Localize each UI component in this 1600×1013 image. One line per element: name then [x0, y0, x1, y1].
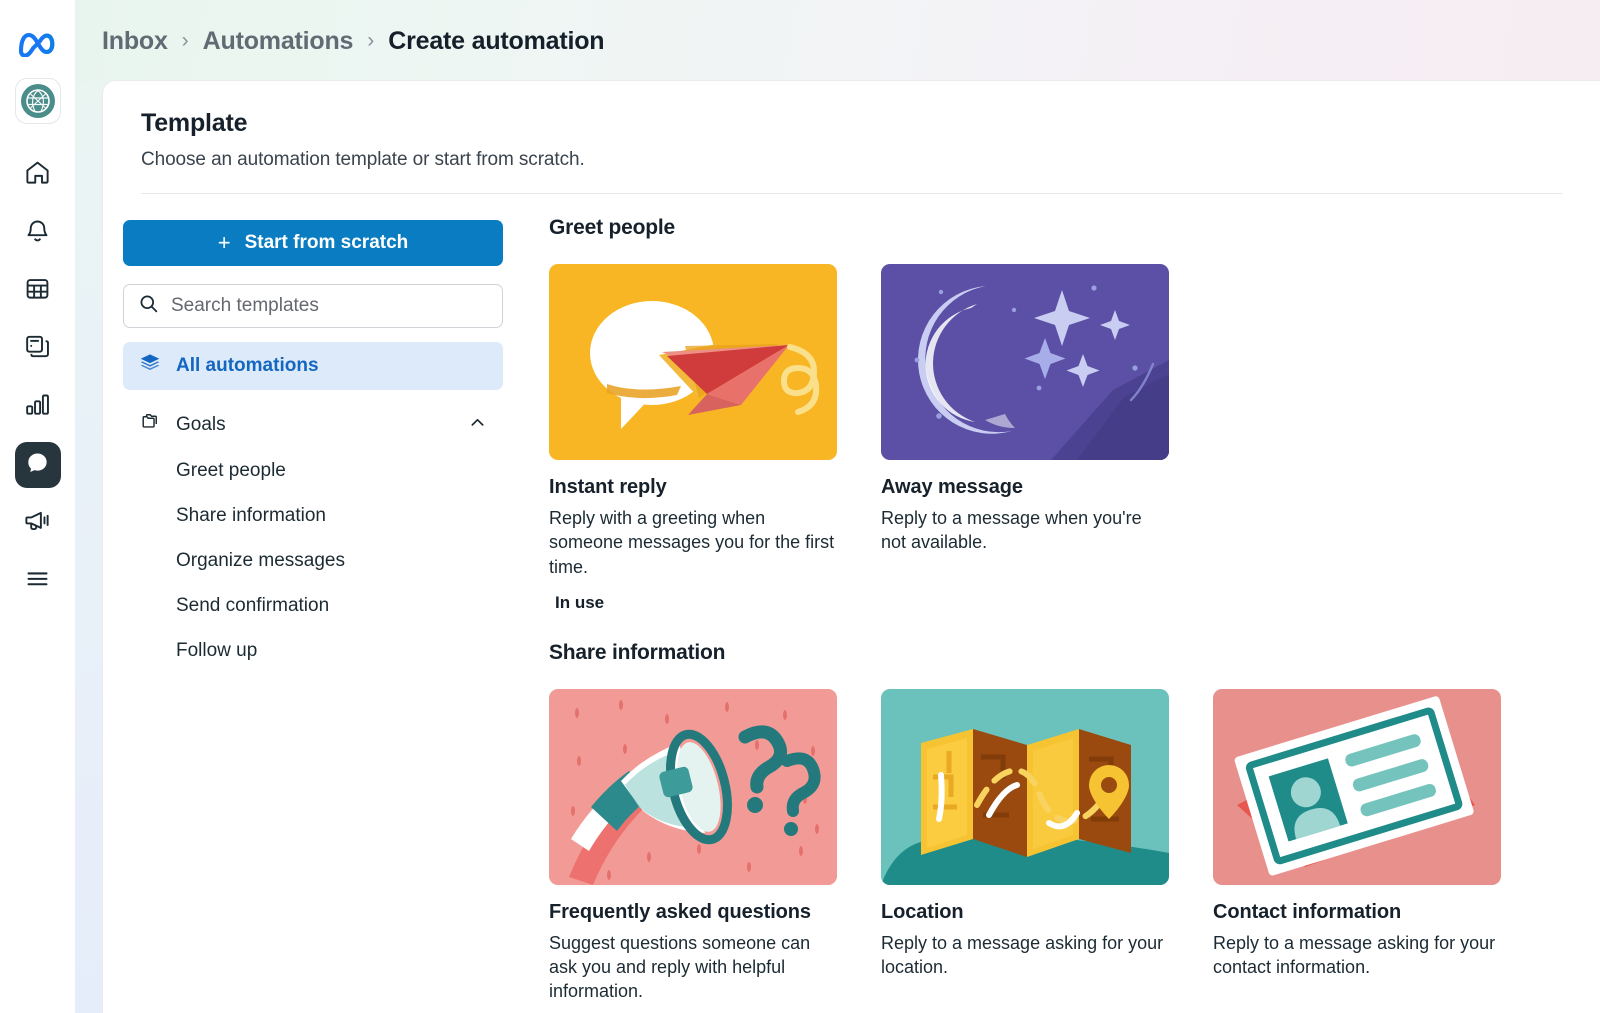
location-thumbnail [881, 688, 1169, 885]
goal-label: Send confirmation [176, 594, 330, 616]
bell-icon [24, 217, 51, 249]
content-sheet: Template Choose an automation template o… [102, 80, 1600, 1013]
card-title: Instant reply [549, 476, 667, 498]
template-card-location[interactable]: Location Reply to a message asking for y… [881, 688, 1169, 1013]
goal-item-greet-people[interactable]: Greet people [123, 448, 523, 493]
card-description: Reply to a message when you're not avail… [881, 508, 1142, 553]
goal-label: Follow up [176, 639, 258, 661]
away-message-thumbnail [881, 264, 1169, 460]
card-title: Frequently asked questions [549, 900, 811, 923]
calendar-icon [24, 275, 51, 307]
sidebar-item-notifications[interactable] [15, 210, 61, 256]
breadcrumb-item-create-automation: Create automation [388, 26, 605, 55]
start-from-scratch-button[interactable]: + Start from scratch [123, 220, 503, 266]
main-region: Inbox › Automations › Create automation … [75, 0, 1600, 1013]
sidebar-item-all-tools[interactable] [15, 558, 61, 604]
faq-thumbnail [549, 688, 837, 885]
breadcrumb-item-inbox[interactable]: Inbox [102, 27, 168, 56]
search-input[interactable] [171, 295, 488, 317]
template-card-faq[interactable]: Frequently asked questions Suggest quest… [549, 688, 837, 1013]
card-description: Reply with a greeting when someone messa… [549, 508, 835, 577]
sidebar-item-content[interactable] [15, 326, 61, 372]
card-title: Contact information [1213, 900, 1402, 923]
top-breadcrumb-bar: Inbox › Automations › Create automation [75, 0, 1600, 82]
contact-information-thumbnail [1213, 688, 1501, 885]
template-gallery: Greet people Instant reply Reply with a … [523, 194, 1600, 1013]
home-icon [24, 159, 51, 191]
insights-icon [24, 391, 51, 423]
automation-template-page: Inbox › Automations › Create automation … [0, 0, 1600, 1013]
avatar[interactable] [14, 78, 61, 124]
folders-icon [139, 411, 161, 439]
card-row-greet-people: Instant reply Reply with a greeting when… [549, 264, 1600, 613]
chevron-up-icon [468, 413, 487, 438]
sidebar-item-planner[interactable] [15, 268, 61, 314]
start-from-scratch-label: Start from scratch [244, 232, 409, 253]
sidebar-item-ads[interactable] [15, 500, 61, 546]
goals-group-header[interactable]: Goals [123, 402, 503, 448]
status-badge: In use [555, 592, 605, 612]
section-title-greet-people: Greet people [549, 216, 675, 239]
card-title: Location [881, 900, 964, 923]
sidebar-item-inbox[interactable] [14, 442, 61, 488]
search-icon [138, 293, 159, 319]
posts-icon [24, 333, 51, 365]
sheet-body: + Start from scratch Search templates Al… [103, 194, 1600, 1013]
template-sidebar: + Start from scratch Search templates Al… [103, 194, 523, 1013]
goal-item-share-information[interactable]: Share information [123, 493, 523, 538]
goal-label: Share information [176, 504, 326, 526]
breadcrumb-separator: › [181, 29, 189, 52]
section-title-share-information: Share information [549, 640, 726, 664]
instant-reply-thumbnail [549, 264, 837, 460]
template-card-away-message[interactable]: Away message Reply to a message when you… [881, 264, 1169, 613]
messages-icon [25, 450, 50, 480]
page-subtitle: Choose an automation template or start f… [141, 149, 585, 170]
card-description: Reply to a message asking for your conta… [1213, 932, 1496, 978]
breadcrumb-separator: › [367, 29, 375, 52]
breadcrumb-item-automations[interactable]: Automations [203, 27, 354, 56]
sheet-header: Template Choose an automation template o… [103, 81, 1600, 194]
template-card-instant-reply[interactable]: Instant reply Reply with a greeting when… [549, 264, 837, 613]
goal-item-send-confirmation[interactable]: Send confirmation [123, 583, 523, 628]
goal-label: Greet people [176, 459, 286, 481]
sidebar-item-all-automations[interactable]: All automations [123, 342, 503, 390]
card-title: Away message [881, 476, 1023, 498]
breadcrumb: Inbox › Automations › Create automation [102, 26, 605, 56]
template-card-contact-information[interactable]: Contact information Reply to a message a… [1213, 688, 1501, 1013]
search-templates-box[interactable] [123, 284, 503, 328]
goal-item-organize-messages[interactable]: Organize messages [123, 538, 523, 583]
sidebar-item-home[interactable] [15, 152, 61, 198]
megaphone-icon [24, 507, 51, 539]
card-description: Suggest questions someone can ask you an… [549, 932, 811, 1002]
page-title: Template [141, 109, 248, 137]
all-automations-label: All automations [176, 355, 319, 376]
goal-item-follow-up[interactable]: Follow up [123, 628, 523, 673]
goal-label: Organize messages [176, 549, 345, 571]
goals-group-label: Goals [176, 414, 226, 435]
primary-icon-rail [0, 0, 75, 1013]
menu-icon [24, 565, 51, 597]
avatar-image [20, 84, 55, 118]
plus-icon: + [217, 230, 231, 255]
sidebar-item-insights[interactable] [15, 384, 61, 430]
meta-logo[interactable] [16, 22, 60, 66]
layers-icon [139, 352, 161, 380]
card-row-share-information: Frequently asked questions Suggest quest… [549, 688, 1600, 1013]
card-description: Reply to a message asking for your locat… [881, 932, 1164, 978]
